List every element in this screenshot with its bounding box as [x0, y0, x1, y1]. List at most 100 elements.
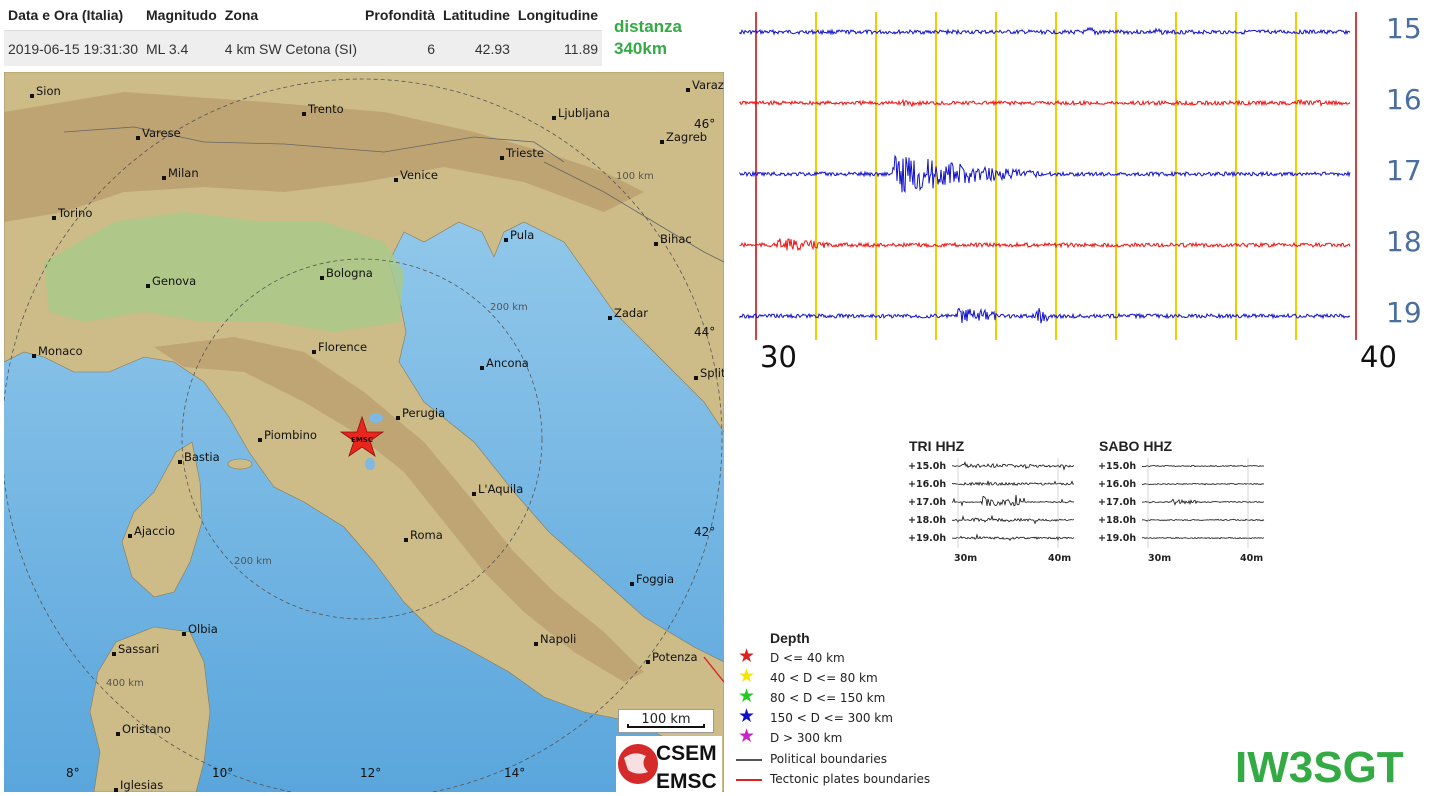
- legend-line-label: Political boundaries: [770, 752, 887, 766]
- heli-row-number-18: 18: [1386, 225, 1422, 258]
- city-square-icon: [694, 376, 698, 380]
- sabo-waveforms: [1142, 458, 1265, 548]
- city-marker: L'Aquila: [472, 482, 523, 496]
- heli-trace: [739, 307, 1351, 324]
- helicorder: [738, 0, 1384, 360]
- legend-magenta-star-icon: ★: [738, 726, 756, 747]
- city-label: Napoli: [540, 632, 576, 646]
- legend-tectonic-boundaries: Tectonic plates boundaries: [734, 771, 964, 789]
- city-square-icon: [128, 534, 132, 538]
- city-label: Ancona: [486, 356, 529, 370]
- heli-row-number-17: 17: [1386, 154, 1422, 187]
- elba-island: [227, 458, 253, 470]
- city-label: Trieste: [505, 146, 544, 160]
- city-marker: Bologna: [320, 266, 373, 280]
- legend-item-depth-80: ★ 40 < D <= 80 km: [734, 667, 964, 688]
- header-depth: Profondità: [361, 0, 440, 32]
- legend-item-depth-40: ★ D <= 40 km: [734, 647, 964, 668]
- heli-row-number-19: 19: [1386, 296, 1422, 329]
- tri-row-label-15: +15.0h: [908, 461, 947, 472]
- legend-item-label: D <= 40 km: [770, 651, 845, 665]
- sabo-tick-30m: 30m: [1148, 553, 1172, 564]
- cell-magnitude: ML 3.4: [142, 30, 221, 66]
- city-square-icon: [162, 176, 166, 180]
- scale-bar-line: [627, 724, 705, 728]
- callsign: IW3SGT: [1235, 743, 1404, 792]
- station-sabo-title: SABO HHZ: [1099, 438, 1173, 454]
- city-marker: Roma: [404, 528, 443, 542]
- station-trace: [1142, 482, 1265, 486]
- city-label: Varaz: [692, 78, 724, 92]
- legend-item-depth-150: ★ 80 < D <= 150 km: [734, 686, 964, 708]
- lon-10-label: 10°: [212, 766, 233, 780]
- city-square-icon: [472, 492, 476, 496]
- heli-end-label: 40: [1360, 340, 1397, 374]
- epicenter-label: EMSC: [351, 436, 373, 444]
- city-label: Roma: [410, 528, 443, 542]
- cell-zone: 4 km SW Cetona (SI): [220, 30, 362, 66]
- city-marker: Torino: [52, 206, 92, 220]
- city-marker: Foggia: [630, 572, 674, 586]
- header-longitude: Longitudine: [513, 0, 603, 32]
- ring-label-100km: 100 km: [616, 171, 654, 182]
- city-square-icon: [32, 354, 36, 358]
- emsc-logo-graphic: CSEM EMSC: [618, 742, 717, 793]
- lake-bolsena: [365, 458, 375, 470]
- lat-44-label: 44°: [694, 325, 715, 339]
- ring-label-200km-sw: 200 km: [234, 556, 272, 567]
- tri-row-label-18: +18.0h: [908, 515, 947, 526]
- city-marker: Potenza: [646, 650, 698, 664]
- legend-political-line-icon: [736, 759, 762, 761]
- city-label: Venice: [400, 168, 438, 182]
- city-square-icon: [396, 416, 400, 420]
- legend-title: Depth: [770, 630, 810, 646]
- station-trace: [1142, 464, 1265, 468]
- lon-12-label: 12°: [360, 766, 381, 780]
- heli-start-label: 30: [760, 340, 797, 374]
- sabo-row-label-15: +15.0h: [1098, 461, 1137, 472]
- logo-csem-text: CSEM: [656, 742, 717, 765]
- legend-green-star-icon: ★: [738, 686, 756, 707]
- event-table: Data e Ora (Italia) Magnitudo Zona Profo…: [4, 0, 603, 66]
- cell-latitude: 42.93: [439, 30, 514, 66]
- tri-row-label-17: +17.0h: [908, 497, 947, 508]
- city-marker: Bihac: [654, 232, 692, 246]
- ring-label-400km: 400 km: [106, 678, 144, 689]
- city-square-icon: [302, 112, 306, 116]
- city-label: Ljubljana: [558, 106, 610, 120]
- station-trace: [952, 533, 1075, 542]
- legend-item-label: 150 < D <= 300 km: [770, 711, 893, 725]
- city-label: Monaco: [38, 344, 83, 358]
- legend-item-depth-over-300: ★ D > 300 km: [734, 726, 964, 748]
- city-square-icon: [646, 660, 650, 664]
- lat-46-label: 46°: [694, 117, 715, 131]
- city-label: Varese: [142, 126, 181, 140]
- city-label: Oristano: [122, 722, 171, 736]
- station-trace: [952, 461, 1075, 471]
- station-tri-hhz: TRI HHZ +15.0h +16.0h +17.0h +18.0h +19.…: [906, 436, 1086, 566]
- cell-datetime: 2019-06-15 19:31:30: [4, 30, 142, 66]
- map-canvas: 46° 44° 42° 8° 10° 12° 14° 100 km 200 km…: [4, 72, 724, 792]
- city-label: Trento: [307, 102, 344, 116]
- distance-label: distanza 340km: [614, 16, 682, 60]
- city-square-icon: [320, 276, 324, 280]
- cell-depth: 6: [361, 30, 440, 66]
- station-trace: [952, 494, 1074, 507]
- city-square-icon: [114, 788, 118, 792]
- legend-item-label: 40 < D <= 80 km: [770, 671, 878, 685]
- station-sabo-hhz: SABO HHZ +15.0h +16.0h +17.0h +18.0h +19…: [1096, 436, 1276, 566]
- city-square-icon: [52, 216, 56, 220]
- city-label: Piombino: [264, 428, 317, 442]
- ring-label-200km-ne: 200 km: [490, 302, 528, 313]
- city-square-icon: [112, 652, 116, 656]
- city-label: Potenza: [652, 650, 698, 664]
- depth-legend: Depth ★ D <= 40 km ★ 40 < D <= 80 km ★ 8…: [734, 628, 964, 792]
- city-label: Torino: [57, 206, 92, 220]
- legend-political-boundaries: Political boundaries: [734, 751, 964, 769]
- city-label: Genova: [152, 274, 196, 288]
- lon-8-label: 8°: [66, 766, 80, 780]
- legend-item-depth-300: ★ 150 < D <= 300 km: [734, 707, 964, 728]
- city-square-icon: [630, 582, 634, 586]
- city-marker: Sassari: [112, 642, 159, 656]
- header-datetime: Data e Ora (Italia): [4, 0, 142, 32]
